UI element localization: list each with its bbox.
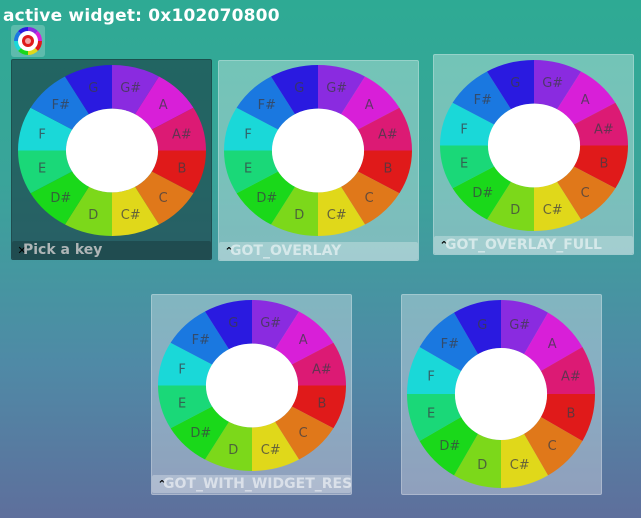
panel-pick-a-key[interactable]: G# A A# B C C# D D# E F F# G ✕ Pick a key: [11, 59, 212, 260]
panel-got-overlay-full[interactable]: G# A A# B C C# D D# E F F# G ⌃ GOT_OVERLAY_FULL: [433, 54, 634, 255]
note-label: E: [38, 162, 46, 177]
note-label: B: [177, 162, 186, 177]
note-label: F: [38, 127, 45, 142]
note-label: F#: [441, 337, 459, 352]
note-label: F#: [52, 98, 70, 113]
note-label: A#: [378, 127, 398, 142]
note-label: C: [299, 426, 308, 441]
note-label: D#: [50, 191, 71, 206]
note-label: A: [159, 98, 168, 113]
note-label: E: [178, 397, 186, 412]
panel-footer: ⌃ GOT_OVERLAY: [219, 242, 418, 260]
color-wheel[interactable]: G# A A# BC C# D D# E F F# G: [157, 299, 347, 472]
note-label: C#: [510, 458, 530, 473]
note-label: B: [317, 397, 326, 412]
note-label: C#: [543, 203, 563, 218]
color-wheel[interactable]: G# A A# BC C# D D# E F F# G: [17, 64, 207, 237]
wheel-center: [454, 347, 548, 441]
panel-plain[interactable]: G# A A# B C C# D D# E F F# G: [401, 294, 602, 495]
wheel-center: [487, 103, 581, 188]
panel-label: Pick a key: [23, 242, 103, 258]
note-label: G#: [542, 76, 563, 91]
note-label: A#: [561, 369, 581, 384]
note-label: F#: [258, 98, 276, 113]
panel-footer: ✕ Pick a key: [12, 241, 211, 259]
panel-label: GOT_OVERLAY_FULL: [445, 237, 602, 253]
note-label: G: [294, 81, 304, 96]
note-label: C#: [261, 443, 281, 458]
panel-got-overlay[interactable]: G# A A# B C C# D D# E F F# G ⌃ GOT_OVERLAY: [218, 60, 419, 261]
note-label: G#: [260, 316, 281, 331]
note-label: E: [427, 407, 435, 422]
panel-label: GOT_OVERLAY: [230, 243, 342, 259]
wheel-center: [271, 108, 365, 193]
note-label: D: [510, 203, 520, 218]
note-label: D: [228, 443, 238, 458]
note-label: G: [228, 316, 238, 331]
note-label: C#: [121, 208, 141, 223]
active-widget-title: active widget: 0x102070800: [3, 6, 280, 26]
note-label: D#: [190, 426, 211, 441]
color-wheel[interactable]: G# A A# BC C# D D# E F F# G: [223, 64, 413, 237]
note-label: G: [477, 318, 487, 333]
note-label: F: [427, 369, 434, 384]
wheel-center: [205, 343, 299, 428]
note-label: A#: [594, 122, 614, 137]
note-label: A#: [312, 362, 332, 377]
wheel-center: [65, 108, 159, 193]
panel-footer: ⌃ GOT_OVERLAY_FULL: [434, 236, 633, 254]
color-wheel[interactable]: G# A A# BC C# D D# E F F# G: [439, 59, 629, 232]
note-label: A: [299, 333, 308, 348]
note-label: E: [460, 157, 468, 172]
note-label: C#: [327, 208, 347, 223]
note-label: G: [88, 81, 98, 96]
color-wheel[interactable]: G# A A# B C C# D D# E F F# G: [406, 299, 596, 489]
note-label: B: [566, 407, 575, 422]
note-label: D#: [256, 191, 277, 206]
note-label: F: [178, 362, 185, 377]
note-label: F: [460, 122, 467, 137]
note-label: F: [244, 127, 251, 142]
note-label: C: [581, 186, 590, 201]
note-label: A#: [172, 127, 192, 142]
note-label: G: [510, 76, 520, 91]
note-label: G#: [120, 81, 141, 96]
note-label: D: [88, 208, 98, 223]
note-label: D#: [472, 186, 493, 201]
note-label: G#: [509, 318, 530, 333]
note-label: D: [294, 208, 304, 223]
note-label: C: [159, 191, 168, 206]
panel-got-with-widget-resize[interactable]: G# A A# BC C# D D# E F F# G ⌃ GOT_WITH_WIDGET_RESI…: [151, 294, 352, 495]
note-label: A: [548, 337, 557, 352]
note-label: A: [581, 93, 590, 108]
note-label: C: [548, 439, 557, 454]
note-label: B: [383, 162, 392, 177]
note-label: E: [244, 162, 252, 177]
note-label: G#: [326, 81, 347, 96]
panel-footer: ⌃ GOT_WITH_WIDGET_RESIZE: [152, 475, 351, 493]
panel-label: GOT_WITH_WIDGET_RESIZE: [163, 476, 351, 492]
note-label: D#: [439, 439, 460, 454]
color-wheel-app-button[interactable]: [11, 25, 45, 57]
note-label: B: [599, 157, 608, 172]
note-label: C: [365, 191, 374, 206]
note-label: A: [365, 98, 374, 113]
note-label: F#: [474, 93, 492, 108]
color-wheel-icon: [14, 27, 42, 55]
note-label: F#: [192, 333, 210, 348]
note-label: D: [477, 458, 487, 473]
